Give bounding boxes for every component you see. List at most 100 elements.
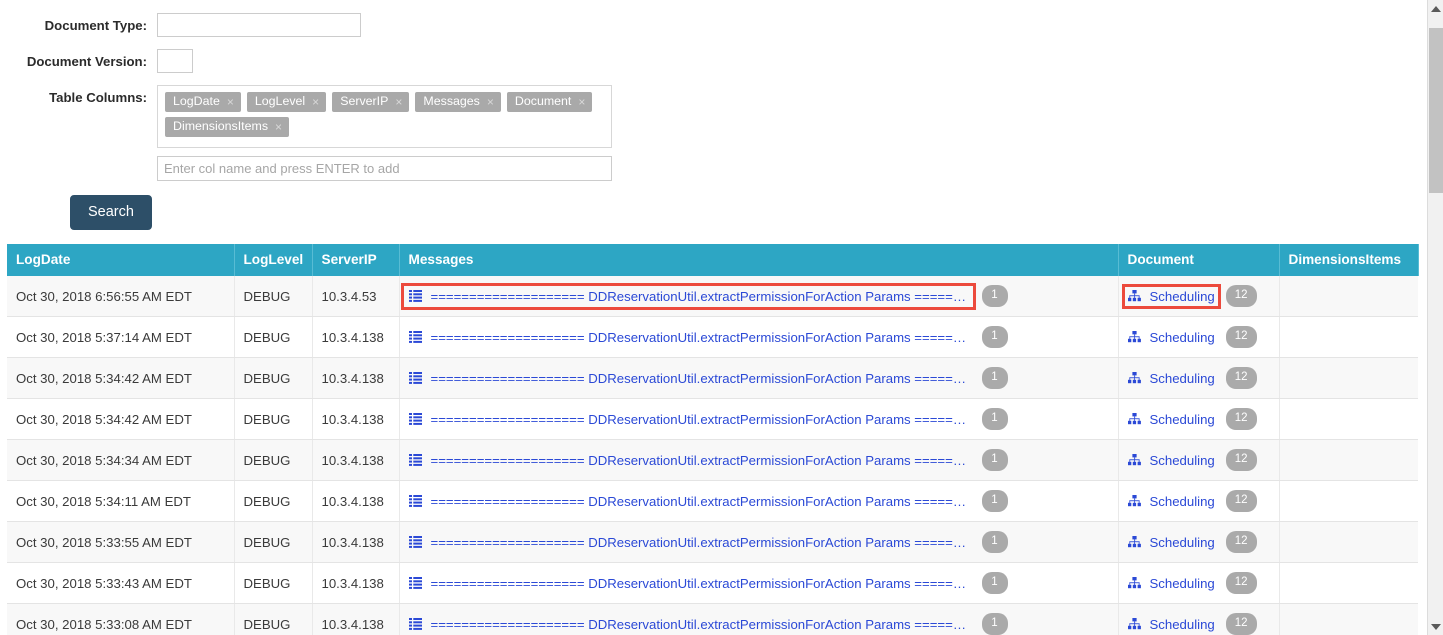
scroll-up-arrow-icon[interactable] [1428, 0, 1443, 17]
message-cell-content: ==================== DDReservationUtil.e… [408, 367, 1109, 389]
table-columns-token-box[interactable]: LogDate × LogLevel × ServerIP × Messages × Docum… [157, 85, 612, 148]
cell-document: Scheduling 12 [1118, 276, 1280, 317]
cell-messages: ==================== DDReservationUtil.e… [399, 562, 1119, 604]
cell-logdate: Oct 30, 2018 5:37:14 AM EDT [7, 316, 235, 358]
sitemap-icon[interactable] [1127, 536, 1141, 548]
remove-token-icon[interactable]: × [312, 96, 319, 108]
column-header-messages[interactable]: Messages [398, 244, 1119, 276]
list-icon[interactable] [408, 371, 422, 385]
document-link[interactable]: Scheduling [1150, 453, 1215, 468]
sitemap-icon[interactable] [1127, 495, 1141, 507]
cell-document: Scheduling 12 [1118, 398, 1280, 440]
column-header-serverip[interactable]: ServerIP [311, 244, 400, 276]
sitemap-icon[interactable] [1127, 290, 1141, 302]
list-icon[interactable] [408, 330, 422, 344]
cell-messages: ==================== DDReservationUtil.e… [399, 480, 1119, 522]
sitemap-icon[interactable] [1127, 577, 1141, 589]
list-icon[interactable] [408, 412, 422, 426]
table-row[interactable]: Oct 30, 2018 5:33:55 AM EDT DEBUG 10.3.4.1… [7, 521, 1418, 563]
document-link[interactable]: Scheduling [1150, 330, 1215, 345]
results-header-row: LogDate LogLevel ServerIP Messages Docum… [7, 244, 1419, 276]
scroll-down-arrow-icon[interactable] [1428, 618, 1443, 635]
remove-token-icon[interactable]: × [395, 96, 402, 108]
cell-logdate: Oct 30, 2018 6:56:55 AM EDT [7, 276, 235, 317]
remove-token-icon[interactable]: × [227, 96, 234, 108]
cell-loglevel: DEBUG [234, 603, 313, 635]
message-link[interactable]: ==================== DDReservationUtil.e… [431, 412, 971, 427]
list-icon[interactable] [408, 494, 422, 508]
message-content: ==================== DDReservationUtil.e… [404, 614, 973, 635]
column-token-label: Messages [423, 94, 480, 108]
document-link[interactable]: Scheduling [1150, 494, 1215, 509]
document-content: Scheduling [1125, 615, 1218, 634]
sitemap-icon[interactable] [1127, 454, 1141, 466]
message-highlight-box: ==================== DDReservationUtil.e… [400, 282, 976, 310]
column-token-label: ServerIP [340, 94, 389, 108]
document-link[interactable]: Scheduling [1150, 289, 1215, 304]
new-column-input[interactable] [157, 156, 612, 181]
table-row[interactable]: Oct 30, 2018 5:34:11 AM EDT DEBUG 10.3.4.1… [7, 480, 1418, 522]
document-cell-content: Scheduling 12 [1127, 449, 1270, 471]
results-table: LogDate LogLevel ServerIP Messages Docum… [7, 244, 1419, 635]
column-header-loglevel[interactable]: LogLevel [233, 244, 313, 276]
list-icon[interactable] [408, 617, 422, 631]
search-button[interactable]: Search [70, 195, 152, 230]
document-link[interactable]: Scheduling [1150, 617, 1215, 632]
list-icon[interactable] [408, 535, 422, 549]
document-link[interactable]: Scheduling [1150, 535, 1215, 550]
column-token-dimensionsitems[interactable]: DimensionsItems × [165, 117, 290, 137]
document-version-input[interactable] [157, 49, 193, 73]
message-link[interactable]: ==================== DDReservationUtil.e… [431, 453, 971, 468]
sitemap-icon[interactable] [1127, 413, 1141, 425]
table-row[interactable]: Oct 30, 2018 5:33:43 AM EDT DEBUG 10.3.4.1… [7, 562, 1418, 604]
message-link[interactable]: ==================== DDReservationUtil.e… [431, 576, 971, 591]
document-link[interactable]: Scheduling [1150, 412, 1215, 427]
column-token-messages[interactable]: Messages × [415, 92, 501, 112]
table-row[interactable]: Oct 30, 2018 5:34:42 AM EDT DEBUG 10.3.4.1… [7, 357, 1418, 399]
message-link[interactable]: ==================== DDReservationUtil.e… [431, 535, 971, 550]
cell-loglevel: DEBUG [234, 439, 313, 481]
message-content: ==================== DDReservationUtil.e… [404, 532, 973, 553]
message-link[interactable]: ==================== DDReservationUtil.e… [431, 494, 971, 509]
sitemap-icon[interactable] [1127, 372, 1141, 384]
column-token-document[interactable]: Document × [506, 92, 593, 112]
column-token-loglevel[interactable]: LogLevel × [246, 92, 327, 112]
message-link[interactable]: ==================== DDReservationUtil.e… [431, 289, 971, 304]
message-link[interactable]: ==================== DDReservationUtil.e… [431, 617, 971, 632]
document-type-field [157, 13, 361, 37]
cell-dimensionsitems [1279, 480, 1418, 522]
remove-token-icon[interactable]: × [578, 96, 585, 108]
results-table-container: LogDate LogLevel ServerIP Messages Docum… [7, 244, 1425, 635]
cell-messages: ==================== DDReservationUtil.e… [399, 521, 1119, 563]
document-version-label: Document Version: [26, 54, 147, 69]
table-row[interactable]: Oct 30, 2018 6:56:55 AM EDT DEBUG 10.3.4.5… [7, 276, 1418, 317]
document-count-badge: 12 [1225, 326, 1257, 348]
column-token-serverip[interactable]: ServerIP × [332, 92, 410, 112]
column-header-logdate[interactable]: LogDate [7, 244, 235, 276]
list-icon[interactable] [408, 453, 422, 467]
table-row[interactable]: Oct 30, 2018 5:33:08 AM EDT DEBUG 10.3.4.1… [7, 603, 1418, 635]
table-row[interactable]: Oct 30, 2018 5:34:42 AM EDT DEBUG 10.3.4.1… [7, 398, 1418, 440]
list-icon[interactable] [408, 289, 422, 303]
message-link[interactable]: ==================== DDReservationUtil.e… [431, 330, 971, 345]
cell-serverip: 10.3.4.53 [312, 276, 400, 317]
sitemap-icon[interactable] [1127, 618, 1141, 630]
message-count-badge: 1 [981, 408, 1008, 430]
document-type-input[interactable] [157, 13, 361, 37]
document-link[interactable]: Scheduling [1150, 371, 1215, 386]
remove-token-icon[interactable]: × [275, 121, 282, 133]
column-token-label: Document [514, 94, 572, 108]
column-header-document[interactable]: Document [1117, 244, 1280, 276]
page-vertical-scrollbar[interactable] [1427, 0, 1443, 635]
cell-messages: ==================== DDReservationUtil.e… [399, 316, 1119, 358]
scrollbar-thumb[interactable] [1429, 28, 1443, 193]
document-link[interactable]: Scheduling [1150, 576, 1215, 591]
table-row[interactable]: Oct 30, 2018 5:34:34 AM EDT DEBUG 10.3.4.1… [7, 439, 1418, 481]
sitemap-icon[interactable] [1127, 331, 1141, 343]
remove-token-icon[interactable]: × [487, 96, 494, 108]
list-icon[interactable] [408, 576, 422, 590]
table-row[interactable]: Oct 30, 2018 5:37:14 AM EDT DEBUG 10.3.4.1… [7, 316, 1418, 358]
column-token-logdate[interactable]: LogDate × [165, 92, 241, 112]
message-link[interactable]: ==================== DDReservationUtil.e… [431, 371, 971, 386]
column-header-dimensionsitems[interactable]: DimensionsItems [1278, 244, 1419, 276]
